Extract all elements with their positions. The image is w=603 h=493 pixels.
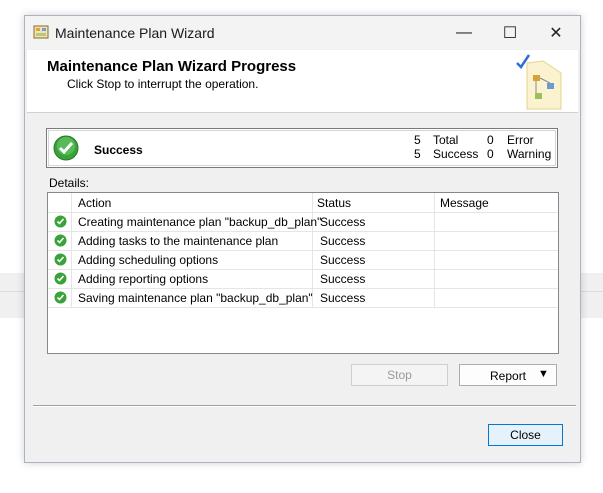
row-action: Saving maintenance plan "backup_db_plan" bbox=[78, 291, 313, 305]
table-row[interactable]: Saving maintenance plan "backup_db_plan"… bbox=[48, 288, 558, 308]
table-row[interactable]: Adding tasks to the maintenance plan Suc… bbox=[48, 231, 558, 251]
success-count: 5 bbox=[414, 147, 421, 161]
maximize-button[interactable]: ☐ bbox=[487, 16, 533, 49]
details-label: Details: bbox=[49, 176, 90, 190]
success-check-icon bbox=[54, 215, 67, 228]
table-row[interactable]: Creating maintenance plan "backup_db_pla… bbox=[48, 212, 558, 232]
row-action: Adding reporting options bbox=[78, 272, 209, 286]
success-check-icon bbox=[54, 291, 67, 304]
window-title: Maintenance Plan Wizard bbox=[55, 25, 215, 41]
grid-header: Action Status Message bbox=[48, 193, 558, 213]
title-bar[interactable]: Maintenance Plan Wizard — ☐ ✕ bbox=[25, 16, 580, 49]
table-row[interactable]: Adding scheduling options Success bbox=[48, 250, 558, 270]
total-count: 5 bbox=[414, 133, 421, 147]
row-action: Creating maintenance plan "backup_db_pla… bbox=[78, 215, 322, 229]
column-header-status[interactable]: Status bbox=[317, 196, 351, 210]
row-status: Success bbox=[320, 215, 366, 229]
page-subtitle: Click Stop to interrupt the operation. bbox=[67, 77, 259, 91]
row-action: Adding scheduling options bbox=[78, 253, 219, 267]
row-status: Success bbox=[320, 291, 366, 305]
summary-panel: Success 5 Total 5 Success 0 Error 0 Warn… bbox=[46, 128, 558, 168]
success-check-icon bbox=[54, 272, 67, 285]
wizard-header: Maintenance Plan Wizard Progress Click S… bbox=[27, 50, 578, 113]
report-button[interactable]: Report ▼ bbox=[459, 364, 557, 386]
stop-button[interactable]: Stop bbox=[351, 364, 448, 386]
success-label: Success bbox=[433, 147, 479, 161]
success-check-icon bbox=[54, 234, 67, 247]
app-icon bbox=[33, 25, 49, 39]
column-header-message[interactable]: Message bbox=[440, 196, 489, 210]
row-status: Success bbox=[320, 234, 366, 248]
total-label: Total bbox=[433, 133, 459, 147]
error-count: 0 bbox=[487, 133, 494, 147]
minimize-icon: — bbox=[456, 23, 472, 41]
wizard-graphic-icon bbox=[516, 54, 562, 110]
report-button-label: Report bbox=[490, 369, 527, 383]
row-status: Success bbox=[320, 253, 366, 267]
success-icon bbox=[53, 135, 79, 161]
column-header-action[interactable]: Action bbox=[78, 196, 111, 210]
warning-count: 0 bbox=[487, 147, 494, 161]
close-window-button[interactable]: ✕ bbox=[533, 16, 579, 49]
details-grid[interactable]: Action Status Message Creating maintenan… bbox=[47, 192, 559, 354]
dropdown-arrow-icon: ▼ bbox=[538, 368, 549, 380]
summary-status: Success bbox=[94, 143, 143, 157]
close-icon: ✕ bbox=[549, 24, 563, 42]
minimize-button[interactable]: — bbox=[441, 16, 487, 49]
divider-highlight bbox=[33, 406, 576, 407]
row-action: Adding tasks to the maintenance plan bbox=[78, 234, 279, 248]
wizard-window: Maintenance Plan Wizard — ☐ ✕ Maintenanc… bbox=[24, 15, 581, 463]
success-check-icon bbox=[54, 253, 67, 266]
page-title: Maintenance Plan Wizard Progress bbox=[47, 58, 297, 75]
row-status: Success bbox=[320, 272, 366, 286]
close-button[interactable]: Close bbox=[488, 424, 563, 446]
table-row[interactable]: Adding reporting options Success bbox=[48, 269, 558, 289]
warning-label: Warning bbox=[507, 147, 552, 161]
maximize-icon: ☐ bbox=[502, 24, 518, 42]
error-label: Error bbox=[507, 133, 534, 147]
